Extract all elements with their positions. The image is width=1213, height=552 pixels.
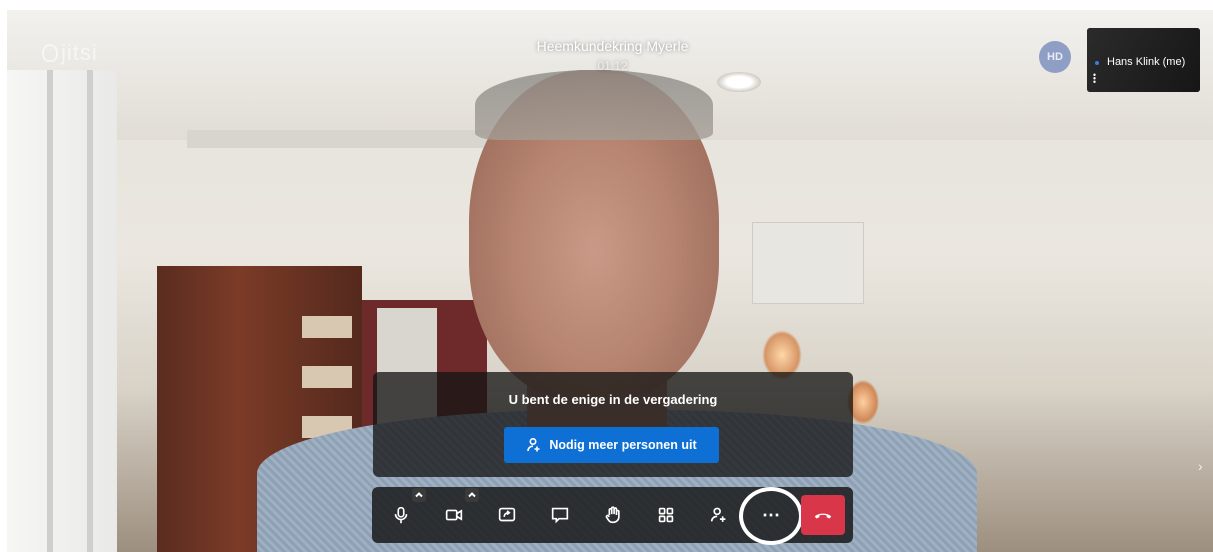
jitsi-mark-icon <box>42 44 58 62</box>
meeting-timer: 01:12 <box>597 59 628 73</box>
self-name-label: Hans Klink (me) <box>1107 56 1186 68</box>
chevron-up-icon <box>415 492 423 498</box>
microphone-options-caret[interactable] <box>412 488 426 502</box>
hangup-icon <box>814 513 832 519</box>
chat-button[interactable] <box>544 499 576 531</box>
chevron-up-icon <box>468 492 476 498</box>
microphone-button[interactable] <box>385 499 417 531</box>
meeting-title: Heemkundekring Myerle <box>536 38 689 54</box>
ceiling-lamp <box>717 72 761 92</box>
more-actions-icon: ⋯ <box>762 504 780 525</box>
tile-view-icon <box>658 507 674 523</box>
thumbnail-menu-icon[interactable] <box>1093 73 1096 83</box>
chevron-right-icon[interactable]: › <box>1198 458 1203 474</box>
participant-avatar[interactable]: HD <box>1039 41 1071 73</box>
microphone-icon <box>394 506 408 524</box>
more-actions-button[interactable]: ⋯ <box>755 499 787 531</box>
invite-people-button[interactable] <box>703 499 735 531</box>
hangup-button[interactable] <box>801 495 845 535</box>
chat-icon <box>551 507 569 524</box>
alone-notice: U bent de enige in de vergadering Nodig … <box>373 372 853 477</box>
screen-share-button[interactable] <box>491 499 523 531</box>
raise-hand-button[interactable] <box>597 499 629 531</box>
screen-share-icon <box>498 507 516 522</box>
room-window <box>7 70 117 552</box>
camera-icon <box>445 509 463 521</box>
invite-button-label: Nodig meer personen uit <box>549 438 697 452</box>
invite-people-icon <box>710 507 726 522</box>
invite-user-icon <box>527 437 540 452</box>
invite-more-button[interactable]: Nodig meer personen uit <box>504 427 719 463</box>
meeting-toolbar: ⋯ <box>372 487 853 545</box>
tile-view-button[interactable] <box>650 499 682 531</box>
wall-picture <box>752 222 864 304</box>
camera-options-caret[interactable] <box>465 488 479 502</box>
self-thumbnail[interactable]: Hans Klink (me) <box>1087 28 1200 92</box>
alone-message: U bent de enige in de vergadering <box>508 392 718 407</box>
camera-button[interactable] <box>438 499 470 531</box>
participant-hair <box>475 70 713 140</box>
raise-hand-icon <box>605 506 620 524</box>
jitsi-logo: jitsi <box>42 40 98 66</box>
status-dot <box>1095 61 1099 65</box>
